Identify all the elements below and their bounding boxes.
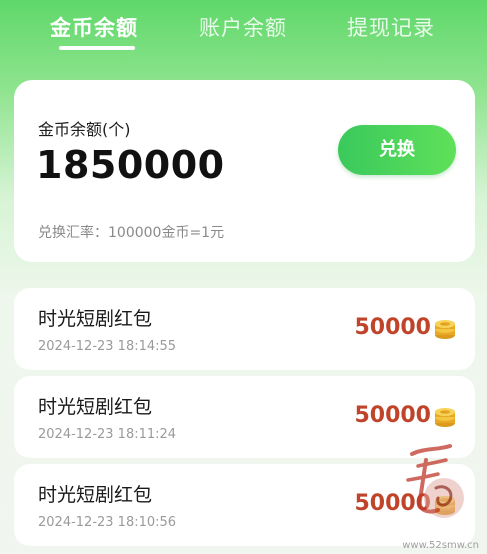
coin-balance-label: 金币余额(个): [38, 120, 131, 139]
active-tab-indicator: [59, 46, 135, 50]
coin-stack-icon: [435, 320, 455, 339]
top-tab-bar: 金币余额 账户余额 提现记录: [0, 0, 487, 70]
tab-coin-balance[interactable]: 金币余额: [50, 12, 138, 42]
exchange-rate-text: 兑换汇率：100000金币=1元: [38, 225, 225, 241]
record-amount: 50000: [354, 315, 431, 340]
coin-balance-card: 金币余额(个) 1850000 兑换 兑换汇率：100000金币=1元: [14, 80, 475, 262]
list-item[interactable]: 时光短剧红包 2024-12-23 18:14:55 50000: [14, 288, 475, 370]
record-title: 时光短剧红包: [38, 396, 153, 418]
record-title: 时光短剧红包: [38, 308, 153, 330]
tab-withdraw-records[interactable]: 提现记录: [347, 12, 435, 42]
record-time: 2024-12-23 18:10:56: [38, 515, 177, 530]
watermark-url: www.52smw.cn: [402, 540, 479, 551]
record-title: 时光短剧红包: [38, 484, 153, 506]
record-amount: 50000: [354, 403, 431, 428]
coin-stack-icon: [435, 408, 455, 427]
coin-balance-amount: 1850000: [36, 143, 225, 187]
tab-account-balance[interactable]: 账户余额: [199, 12, 287, 42]
watermark-logo: [406, 444, 464, 518]
exchange-button[interactable]: 兑换: [338, 125, 456, 175]
record-time: 2024-12-23 18:14:55: [38, 339, 177, 354]
record-time: 2024-12-23 18:11:24: [38, 427, 177, 442]
